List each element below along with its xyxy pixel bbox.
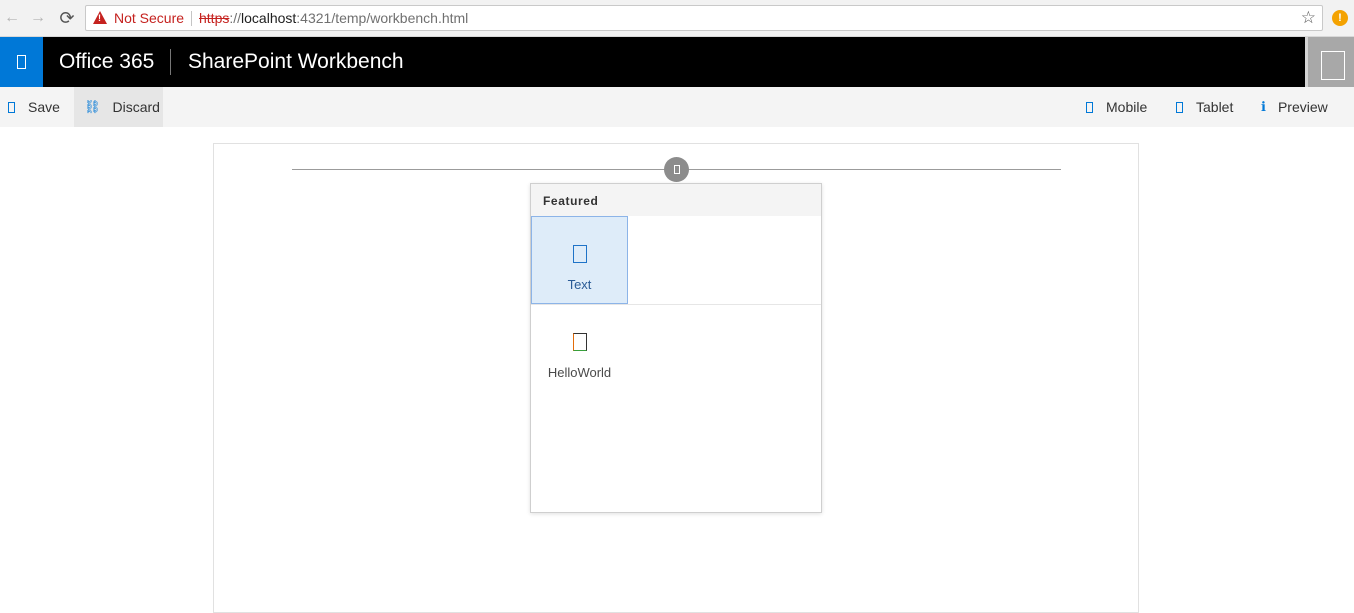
mobile-icon bbox=[1086, 101, 1093, 113]
tablet-label: Tablet bbox=[1196, 99, 1234, 115]
brand-title[interactable]: Office 365 bbox=[59, 50, 154, 74]
save-icon bbox=[8, 101, 15, 113]
url-text[interactable]: https://localhost:4321/temp/workbench.ht… bbox=[199, 10, 468, 26]
address-bar[interactable]: Not Secure https://localhost:4321/temp/w… bbox=[85, 5, 1323, 31]
add-icon bbox=[673, 165, 680, 174]
workbench-title: SharePoint Workbench bbox=[188, 50, 404, 73]
save-button[interactable]: Save bbox=[8, 87, 60, 127]
webpart-tile-label: HelloWorld bbox=[547, 365, 612, 380]
app-launcher-button[interactable] bbox=[0, 37, 43, 87]
warning-icon bbox=[93, 11, 107, 24]
address-separator bbox=[191, 11, 192, 26]
discard-icon: ⛓ bbox=[84, 99, 101, 114]
mobile-preview-button[interactable]: Mobile bbox=[1086, 87, 1147, 127]
preview-button[interactable]: ℹ Preview bbox=[1261, 87, 1328, 127]
preview-icon: ℹ bbox=[1261, 99, 1266, 114]
account-button[interactable] bbox=[1305, 37, 1354, 87]
forward-arrow-icon[interactable]: → bbox=[28, 8, 48, 28]
command-bar: Save ⛓ Discard Mobile Tablet ℹ Preview bbox=[0, 87, 1354, 127]
webpart-tile-text[interactable]: Text bbox=[531, 216, 628, 304]
discard-button[interactable]: ⛓ Discard bbox=[74, 87, 163, 127]
preview-label: Preview bbox=[1277, 99, 1328, 115]
reload-icon[interactable]: ⟳ bbox=[57, 8, 77, 28]
url-host: localhost bbox=[241, 10, 297, 26]
alert-icon[interactable]: ! bbox=[1332, 10, 1348, 26]
webpart-toolbox: Featured Text HelloWorld bbox=[530, 183, 822, 513]
suite-bar: Office 365 SharePoint Workbench bbox=[0, 37, 1354, 87]
suite-divider bbox=[170, 49, 171, 75]
helloworld-icon bbox=[572, 333, 587, 351]
url-scheme-separator: :// bbox=[229, 10, 242, 26]
mobile-label: Mobile bbox=[1106, 99, 1148, 115]
webpart-tile-label: Text bbox=[567, 277, 592, 292]
bookmark-star-icon[interactable]: ☆ bbox=[1301, 8, 1316, 28]
url-path: :4321/temp/workbench.html bbox=[296, 10, 469, 26]
save-label: Save bbox=[28, 99, 60, 115]
tablet-preview-button[interactable]: Tablet bbox=[1176, 87, 1233, 127]
featured-heading: Featured bbox=[543, 194, 599, 208]
url-scheme: https bbox=[199, 10, 230, 26]
add-webpart-button[interactable] bbox=[664, 157, 689, 182]
discard-label: Discard bbox=[112, 99, 160, 115]
text-icon bbox=[572, 245, 587, 263]
security-status[interactable]: Not Secure bbox=[114, 10, 184, 26]
tablet-icon bbox=[1176, 101, 1183, 113]
webpart-tile-helloworld[interactable]: HelloWorld bbox=[531, 305, 628, 393]
back-arrow-icon[interactable]: ← bbox=[2, 8, 22, 28]
app-launcher-icon bbox=[17, 55, 26, 69]
account-icon bbox=[1321, 51, 1345, 80]
browser-toolbar: ← → ⟳ Not Secure https://localhost:4321/… bbox=[0, 0, 1354, 37]
toolbox-header: Featured bbox=[531, 184, 821, 216]
